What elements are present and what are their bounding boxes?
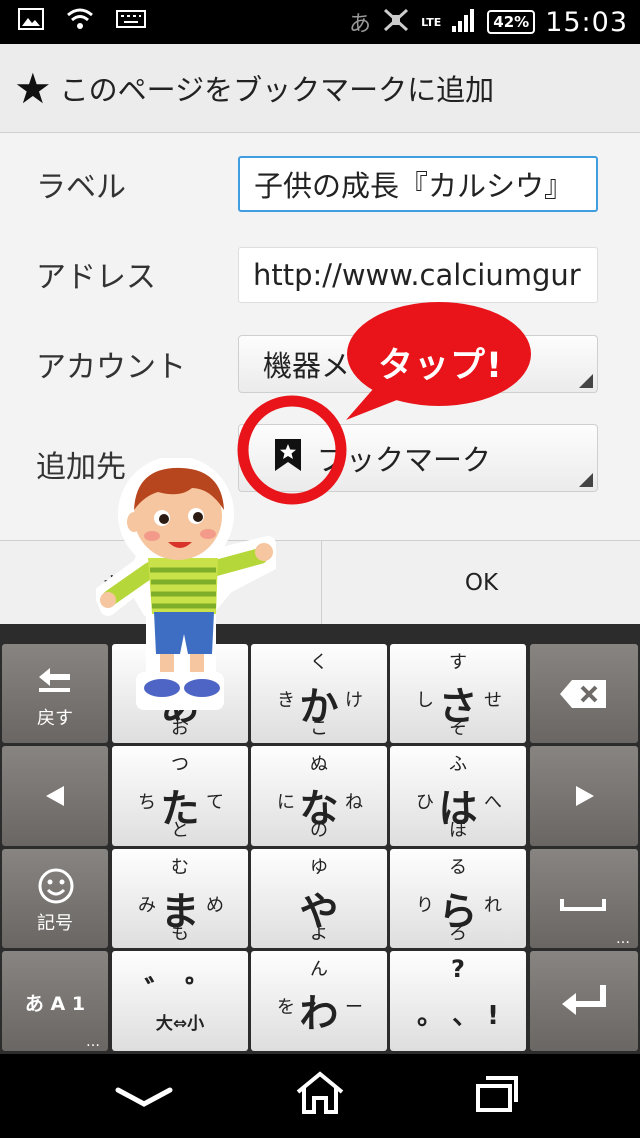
- key-ha[interactable]: ふ ひ は へ ほ: [390, 746, 526, 846]
- label-caption: ラベル: [36, 170, 126, 205]
- image-icon: [18, 8, 44, 34]
- key-ha-right: へ: [484, 792, 502, 813]
- key-ra-bottom: ろ: [449, 923, 467, 944]
- key-ka-bottom: こ: [310, 718, 328, 739]
- input-mode-key[interactable]: あ A 1 …: [2, 951, 108, 1051]
- key-dakuten[interactable]: ゛ ゜ 大⇔小: [112, 951, 248, 1051]
- key-sa-top: す: [449, 652, 467, 673]
- dialog-title-bar: ★ このページをブックマークに追加: [0, 44, 640, 133]
- key-ra[interactable]: る り ら れ ろ: [390, 849, 526, 948]
- more-dots-icon: …: [86, 1034, 100, 1050]
- key-ya-top: ゆ: [310, 857, 328, 878]
- more-dots-icon: …: [616, 931, 630, 947]
- boy-character-illustration: [96, 458, 276, 710]
- symbols-key[interactable]: 記号: [2, 849, 108, 948]
- key-ta-top: つ: [171, 754, 189, 775]
- key-sa-right: せ: [484, 690, 502, 711]
- key-ma-top: む: [171, 857, 189, 878]
- key-ka-right: け: [345, 690, 363, 711]
- key-ha-bottom: ほ: [449, 820, 467, 841]
- key-punct-top: ?: [451, 955, 465, 983]
- recent-apps-icon[interactable]: [474, 1074, 520, 1118]
- address-caption: アドレス: [36, 260, 156, 295]
- key-na-bottom: の: [310, 820, 328, 841]
- space-icon: [560, 897, 606, 917]
- account-caption: アカウント: [36, 350, 186, 385]
- key-sa[interactable]: す し さ せ そ: [390, 644, 526, 743]
- key-ma-right: め: [206, 895, 224, 916]
- wifi-icon: [66, 8, 94, 34]
- dropdown-triangle-icon: [579, 473, 593, 487]
- backspace-icon: [558, 678, 610, 714]
- navigation-bar: [0, 1054, 640, 1138]
- input-mode-label: あ A 1: [24, 993, 86, 1015]
- key-wa[interactable]: ん を わ ー: [251, 951, 387, 1051]
- clock: 15:03: [545, 6, 628, 38]
- network-type: LTE: [421, 15, 442, 29]
- status-bar: あ LTE 42% 15:03: [0, 0, 640, 44]
- key-wa-right: ー: [345, 997, 363, 1018]
- dialog-title: このページをブックマークに追加: [59, 73, 495, 107]
- enter-icon: [560, 983, 608, 1023]
- star-icon: ★: [14, 63, 52, 113]
- dropdown-triangle-icon: [579, 374, 593, 388]
- smiley-icon: [37, 867, 75, 909]
- key-punct-bottom: 。 、 !: [417, 1001, 499, 1031]
- space-key[interactable]: …: [530, 849, 638, 948]
- nfc-off-icon: [381, 7, 411, 37]
- symbols-label: 記号: [37, 913, 73, 934]
- key-ya-bottom: よ: [310, 923, 328, 944]
- key-na-right: ね: [345, 792, 363, 813]
- ime-indicator: あ: [349, 12, 372, 37]
- key-wa-top: ん: [310, 959, 328, 980]
- key-ta[interactable]: つ ち た て と: [112, 746, 248, 846]
- right-arrow-icon: [574, 784, 596, 812]
- key-ta-right: て: [206, 792, 224, 813]
- key-dakuten-top: ゛ ゜: [144, 975, 216, 1010]
- key-ta-bottom: と: [171, 820, 189, 841]
- key-ma-bottom: も: [171, 923, 189, 944]
- ok-button[interactable]: OK: [321, 541, 640, 625]
- key-dakuten-bottom: 大⇔小: [155, 1014, 205, 1034]
- home-icon[interactable]: [294, 1070, 346, 1120]
- signal-icon: [451, 8, 477, 36]
- key-ma[interactable]: む み ま め も: [112, 849, 248, 948]
- key-na-top: ぬ: [310, 754, 328, 775]
- label-input[interactable]: 子供の成長『カルシウ』: [238, 156, 598, 212]
- keyboard-icon: [116, 9, 146, 33]
- account-value: 機器メ: [263, 349, 351, 383]
- tap-callout-text: タップ!: [378, 346, 503, 386]
- back-chevron-icon[interactable]: [114, 1084, 174, 1114]
- key-ra-right: れ: [484, 895, 502, 916]
- key-a-bottom: お: [171, 718, 189, 739]
- left-arrow-icon: [44, 784, 66, 812]
- undo-arrow-icon: [36, 666, 76, 698]
- left-arrow-key[interactable]: [2, 746, 108, 846]
- key-wa-main: わ: [299, 992, 339, 1037]
- key-ha-top: ふ: [449, 754, 467, 775]
- undo-key[interactable]: 戻す: [2, 644, 108, 743]
- undo-label: 戻す: [37, 708, 73, 729]
- battery-indicator: 42%: [487, 10, 536, 34]
- right-arrow-key[interactable]: [530, 746, 638, 846]
- key-ya[interactable]: ゆ や よ: [251, 849, 387, 948]
- key-ra-top: る: [449, 857, 467, 878]
- key-sa-bottom: そ: [449, 718, 467, 739]
- enter-key[interactable]: [530, 951, 638, 1051]
- key-na[interactable]: ぬ に な ね の: [251, 746, 387, 846]
- backspace-key[interactable]: [530, 644, 638, 743]
- key-punctuation[interactable]: ? 。 、 !: [390, 951, 526, 1051]
- address-input[interactable]: http://www.calciumgur: [238, 247, 598, 303]
